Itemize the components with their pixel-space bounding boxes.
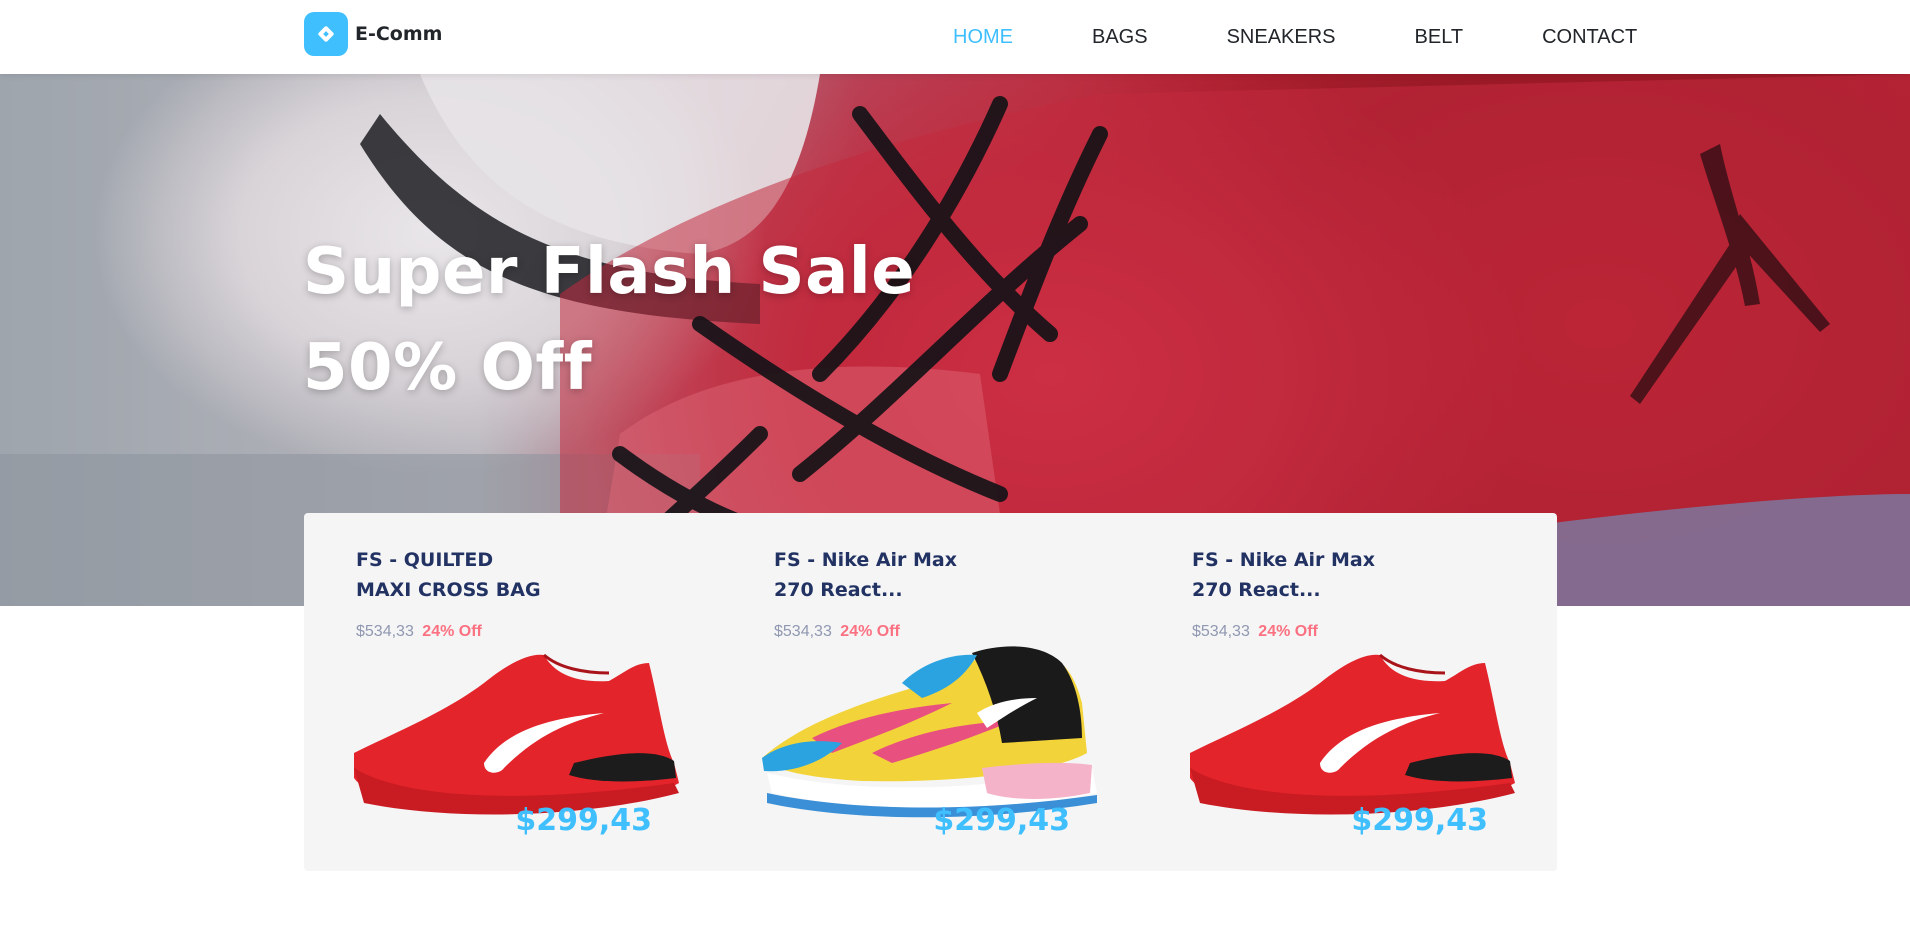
old-price: $534,33 xyxy=(1192,623,1250,640)
nav-item-belt[interactable]: BELT xyxy=(1415,26,1464,49)
top-navbar: E-Comm HOME BAGS SNEAKERS BELT CONTACT xyxy=(0,0,1910,74)
discount-badge: 24% Off xyxy=(1258,623,1318,640)
hero-subtitle: 50% Off xyxy=(303,331,593,405)
discount-badge: 24% Off xyxy=(422,623,482,640)
sale-price: $299,43 xyxy=(515,803,652,838)
old-price: $534,33 xyxy=(774,623,832,640)
nav-item-bags[interactable]: BAGS xyxy=(1092,26,1148,49)
hero-text: Super Flash Sale 50% Off xyxy=(303,224,915,416)
product-title[interactable]: FS - Nike Air Max 270 React... xyxy=(774,545,1034,605)
old-price: $534,33 xyxy=(356,623,414,640)
product-card[interactable]: FS - QUILTED MAXI CROSS BAG $534,33 24% … xyxy=(304,513,722,871)
brand-name: E-Comm xyxy=(355,23,443,45)
sale-price: $299,43 xyxy=(1351,803,1488,838)
discount-badge: 24% Off xyxy=(840,623,900,640)
product-card[interactable]: FS - Nike Air Max 270 React... $534,33 2… xyxy=(722,513,1140,871)
brand-logo[interactable]: E-Comm xyxy=(304,12,442,56)
price-row: $534,33 24% Off xyxy=(774,623,900,641)
product-title[interactable]: FS - QUILTED MAXI CROSS BAG xyxy=(356,545,616,605)
product-title-line: 270 React... xyxy=(774,579,903,601)
product-card[interactable]: FS - Nike Air Max 270 React... $534,33 2… xyxy=(1140,513,1558,871)
nav-item-home[interactable]: HOME xyxy=(953,26,1013,49)
nav-item-contact[interactable]: CONTACT xyxy=(1542,26,1637,49)
main-nav: HOME BAGS SNEAKERS BELT CONTACT xyxy=(953,0,1637,74)
diamond-logo-icon xyxy=(304,12,348,56)
product-title-line: 270 React... xyxy=(1192,579,1321,601)
hero-title: Super Flash Sale xyxy=(303,235,916,309)
sale-price: $299,43 xyxy=(933,803,1070,838)
flash-sale-products: FS - QUILTED MAXI CROSS BAG $534,33 24% … xyxy=(304,513,1557,871)
product-title-line: FS - Nike Air Max xyxy=(774,549,958,571)
product-title-line: FS - Nike Air Max xyxy=(1192,549,1376,571)
product-title-line: FS - QUILTED xyxy=(356,549,494,571)
product-title[interactable]: FS - Nike Air Max 270 React... xyxy=(1192,545,1452,605)
multicolor-sneaker-image[interactable] xyxy=(752,643,1102,823)
nav-item-sneakers[interactable]: SNEAKERS xyxy=(1227,26,1336,49)
red-sneaker-image[interactable] xyxy=(1170,643,1520,823)
red-sneaker-image[interactable] xyxy=(334,643,684,823)
price-row: $534,33 24% Off xyxy=(356,623,482,641)
product-title-line: MAXI CROSS BAG xyxy=(356,579,541,601)
price-row: $534,33 24% Off xyxy=(1192,623,1318,641)
